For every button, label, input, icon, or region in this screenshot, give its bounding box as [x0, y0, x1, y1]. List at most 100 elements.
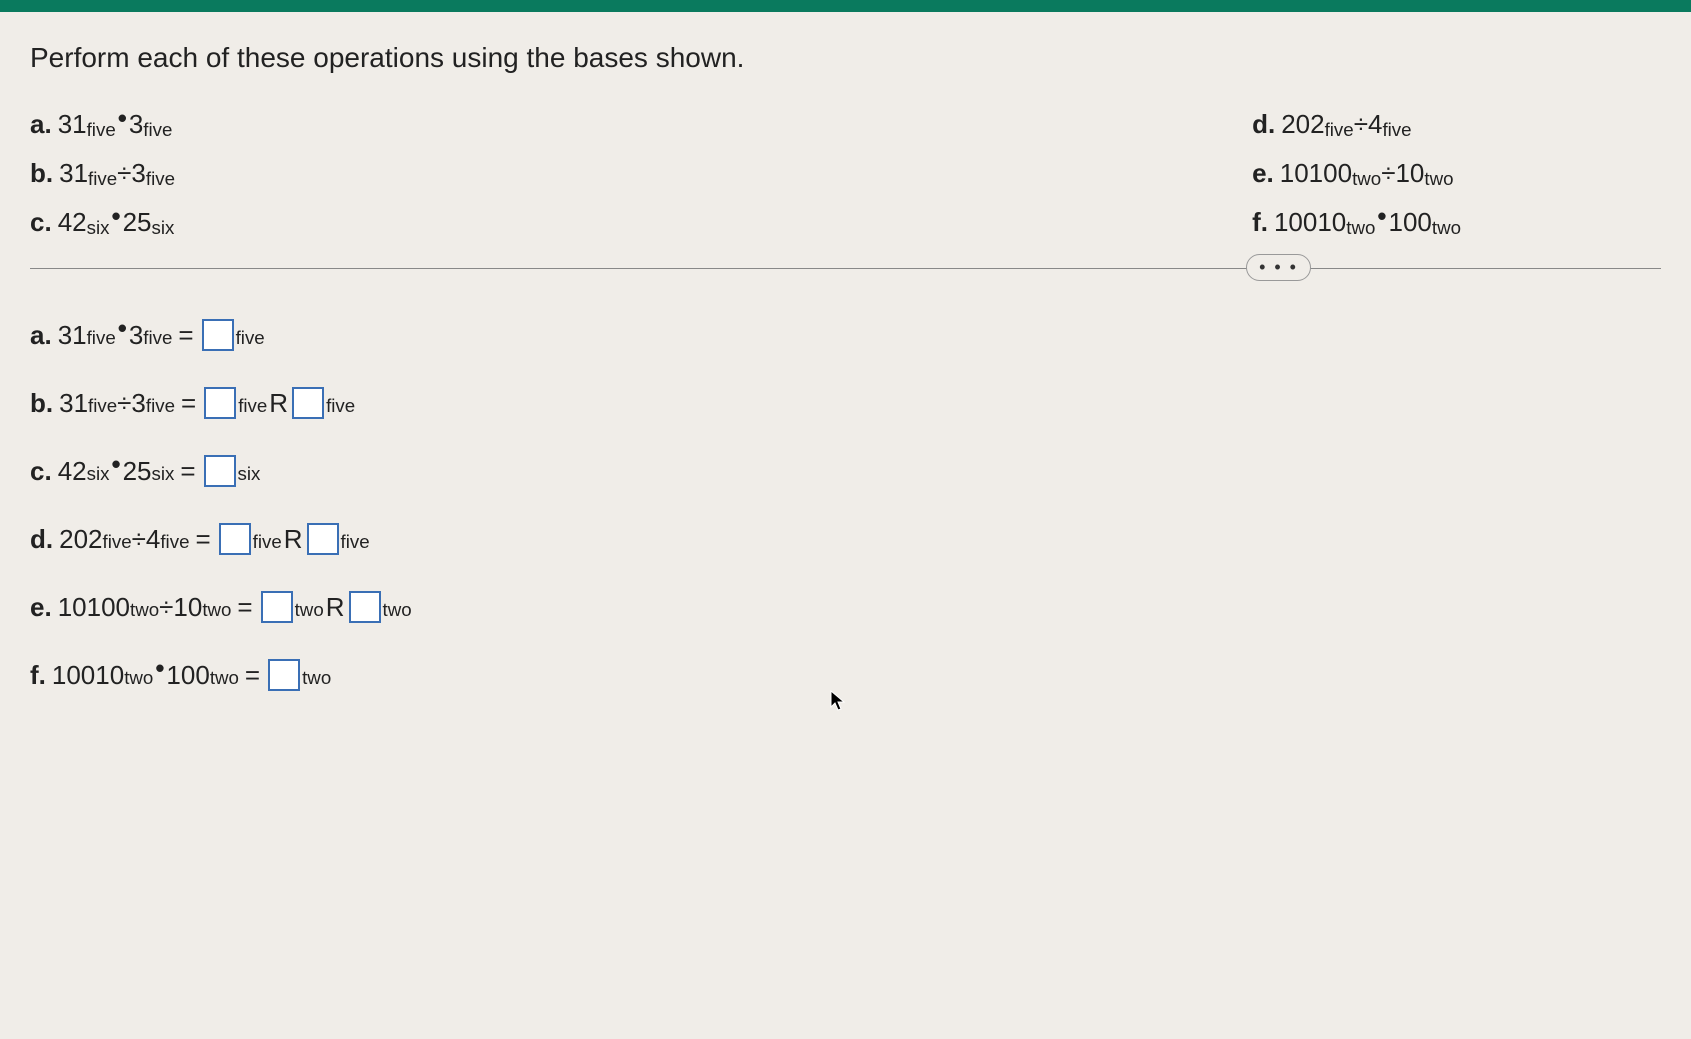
op-multiply-icon: • — [111, 201, 120, 232]
operand-2: 3 — [129, 320, 143, 351]
answer-input[interactable] — [204, 387, 236, 419]
answer-f: f. 10010two • 100two = two — [30, 659, 1661, 691]
base-sub: two — [1346, 217, 1375, 239]
base-sub: five — [238, 395, 267, 417]
op-multiply-icon: • — [1377, 201, 1386, 232]
operand-1: 10010 — [1274, 207, 1346, 238]
operand-2: 10 — [1395, 158, 1424, 189]
answer-a: a. 31five • 3five = five — [30, 319, 1661, 351]
answer-input[interactable] — [261, 591, 293, 623]
operand-1: 31 — [58, 109, 87, 140]
op-multiply-icon: • — [118, 313, 127, 344]
cursor-icon — [830, 690, 848, 718]
operand-2: 25 — [123, 207, 152, 238]
base-sub: five — [87, 327, 116, 349]
op-multiply-icon: • — [111, 449, 120, 480]
answer-input[interactable] — [268, 659, 300, 691]
operand-1: 10100 — [58, 592, 130, 623]
problem-label: a. — [30, 109, 52, 140]
answer-e: e. 10100two ÷ 10two = two R two — [30, 591, 1661, 623]
operand-1: 202 — [1281, 109, 1324, 140]
answer-input[interactable] — [204, 455, 236, 487]
base-sub: five — [103, 531, 132, 553]
question-content: Perform each of these operations using t… — [0, 12, 1691, 721]
answer-d: d. 202five ÷ 4five = five R five — [30, 523, 1661, 555]
app-header-bar — [0, 0, 1691, 12]
base-sub: five — [1382, 119, 1411, 141]
op-multiply-icon: • — [118, 103, 127, 134]
operand-1: 42 — [58, 207, 87, 238]
section-divider: • • • — [30, 268, 1661, 269]
equals-sign: = — [237, 592, 252, 623]
problem-list-top: a. 31five • 3five b. 31five ÷ 3five c. 4… — [30, 109, 1661, 238]
answer-label: f. — [30, 660, 46, 691]
problem-label: b. — [30, 158, 53, 189]
op-divide-icon: ÷ — [132, 524, 146, 555]
answer-b: b. 31five ÷ 3five = five R five — [30, 387, 1661, 419]
operand-1: 202 — [59, 524, 102, 555]
base-sub: six — [87, 463, 110, 485]
base-sub: two — [130, 599, 159, 621]
problem-f: f. 10010two • 100two — [1252, 207, 1461, 238]
equals-sign: = — [181, 388, 196, 419]
equals-sign: = — [245, 660, 260, 691]
base-sub: five — [87, 119, 116, 141]
answer-input[interactable] — [202, 319, 234, 351]
operand-2: 4 — [1368, 109, 1382, 140]
more-button[interactable]: • • • — [1246, 254, 1311, 281]
operand-2: 100 — [166, 660, 209, 691]
base-sub: five — [341, 531, 370, 553]
problem-a: a. 31five • 3five — [30, 109, 175, 140]
answer-label: b. — [30, 388, 53, 419]
base-sub: five — [1325, 119, 1354, 141]
problem-label: c. — [30, 207, 52, 238]
base-sub: six — [87, 217, 110, 239]
problem-e: e. 10100two ÷ 10two — [1252, 158, 1461, 189]
base-sub: five — [160, 531, 189, 553]
problem-b: b. 31five ÷ 3five — [30, 158, 175, 189]
operand-2: 4 — [146, 524, 160, 555]
ellipsis-icon: • • • — [1259, 257, 1298, 277]
answer-section: a. 31five • 3five = five b. 31five ÷ 3fi… — [30, 319, 1661, 691]
base-sub: two — [1432, 217, 1461, 239]
problem-d: d. 202five ÷ 4five — [1252, 109, 1461, 140]
problem-label: d. — [1252, 109, 1275, 140]
base-sub: five — [146, 168, 175, 190]
remainder-input[interactable] — [292, 387, 324, 419]
remainder-label: R — [269, 388, 288, 419]
operand-2: 10 — [173, 592, 202, 623]
base-sub: six — [238, 463, 261, 485]
operand-2: 3 — [131, 158, 145, 189]
base-sub: two — [295, 599, 324, 621]
problem-label: f. — [1252, 207, 1268, 238]
base-sub: two — [1424, 168, 1453, 190]
operand-1: 31 — [59, 388, 88, 419]
answer-label: c. — [30, 456, 52, 487]
divider-line — [30, 268, 1661, 269]
op-divide-icon: ÷ — [117, 388, 131, 419]
operand-1: 31 — [58, 320, 87, 351]
base-sub: two — [202, 599, 231, 621]
base-sub: five — [236, 327, 265, 349]
remainder-input[interactable] — [349, 591, 381, 623]
answer-c: c. 42six • 25six = six — [30, 455, 1661, 487]
op-divide-icon: ÷ — [1381, 158, 1395, 189]
base-sub: five — [143, 119, 172, 141]
remainder-input[interactable] — [307, 523, 339, 555]
operand-1: 10100 — [1280, 158, 1352, 189]
equals-sign: = — [178, 320, 193, 351]
base-sub: five — [88, 168, 117, 190]
base-sub: two — [124, 667, 153, 689]
equals-sign: = — [180, 456, 195, 487]
base-sub: two — [210, 667, 239, 689]
remainder-label: R — [326, 592, 345, 623]
answer-label: e. — [30, 592, 52, 623]
problem-column-right: d. 202five ÷ 4five e. 10100two ÷ 10two f… — [1252, 109, 1461, 238]
base-sub: five — [253, 531, 282, 553]
op-divide-icon: ÷ — [117, 158, 131, 189]
operand-2: 3 — [131, 388, 145, 419]
base-sub: two — [1352, 168, 1381, 190]
answer-input[interactable] — [219, 523, 251, 555]
base-sub: six — [152, 217, 175, 239]
operand-1: 42 — [58, 456, 87, 487]
